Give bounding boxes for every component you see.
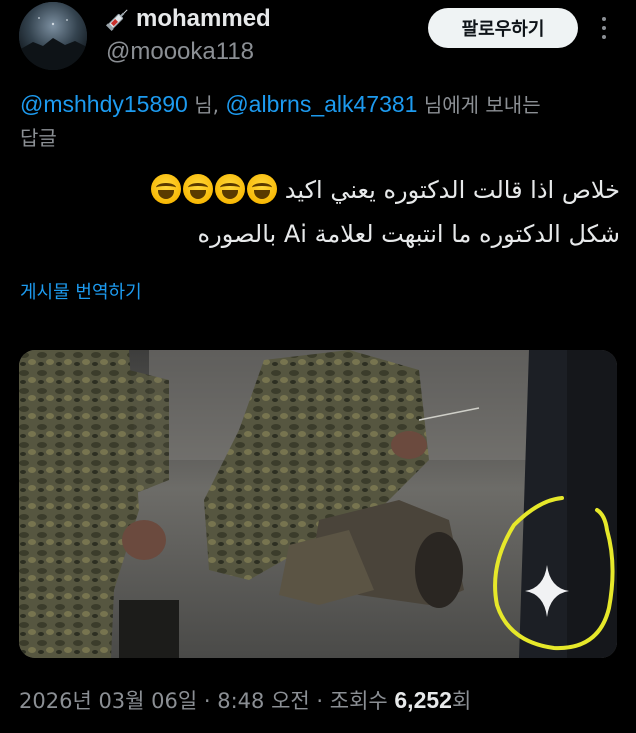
grinning-squinting-face-emoji [151, 174, 182, 204]
syringe-icon [104, 5, 132, 33]
reply-context-line2: 답글 [20, 126, 57, 150]
post-time[interactable]: 8:48 오전 [217, 689, 309, 713]
views-suffix: 회 [451, 689, 472, 713]
meta-separator: · [197, 689, 218, 713]
avatar[interactable] [19, 2, 87, 70]
mention-link[interactable]: @albrns_alk47381 [225, 91, 417, 117]
user-handle[interactable]: @moooka118 [106, 38, 254, 66]
grinning-squinting-face-emoji [247, 174, 278, 204]
translate-post-link[interactable]: 게시물 번역하기 [20, 278, 142, 304]
post-date[interactable]: 2026년 03월 06일 [19, 689, 197, 713]
name-row: mohammed [104, 4, 271, 34]
grinning-squinting-face-emoji [215, 174, 246, 204]
reply-suffix: 님에게 보내는 [417, 93, 541, 117]
tweet-text: خلاص اذا قالت الدكتوره يعني اكيد شكل الد… [20, 168, 620, 256]
tweet-header: mohammed @moooka118 팔로우하기 [0, 0, 636, 80]
meta-separator: · [309, 689, 330, 713]
grinning-squinting-face-emoji [183, 174, 214, 204]
mention-link[interactable]: @mshhdy15890 [20, 91, 188, 117]
tweet-line-1: خلاص اذا قالت الدكتوره يعني اكيد [20, 168, 620, 212]
reply-separator: 님, [187, 93, 226, 117]
follow-button[interactable]: 팔로우하기 [428, 8, 578, 48]
views-prefix: 조회수 [329, 689, 395, 713]
reply-context: @mshhdy15890 님, @albrns_alk47381 님에게 보내는 [20, 88, 636, 121]
display-name[interactable]: mohammed [136, 5, 271, 33]
tweet-metadata: 2026년 03월 06일 · 8:48 오전 · 조회수 6,252회 [19, 685, 471, 715]
tweet-line-1-text: خلاص اذا قالت الدكتوره يعني اكيد [284, 176, 620, 204]
view-count[interactable]: 6,252 [394, 687, 452, 713]
more-vertical-icon[interactable] [596, 14, 612, 42]
tweet-image[interactable] [19, 350, 617, 658]
tweet-line-2: شكل الدكتوره ما انتبهت لعلامة Ai بالصوره [197, 220, 620, 248]
